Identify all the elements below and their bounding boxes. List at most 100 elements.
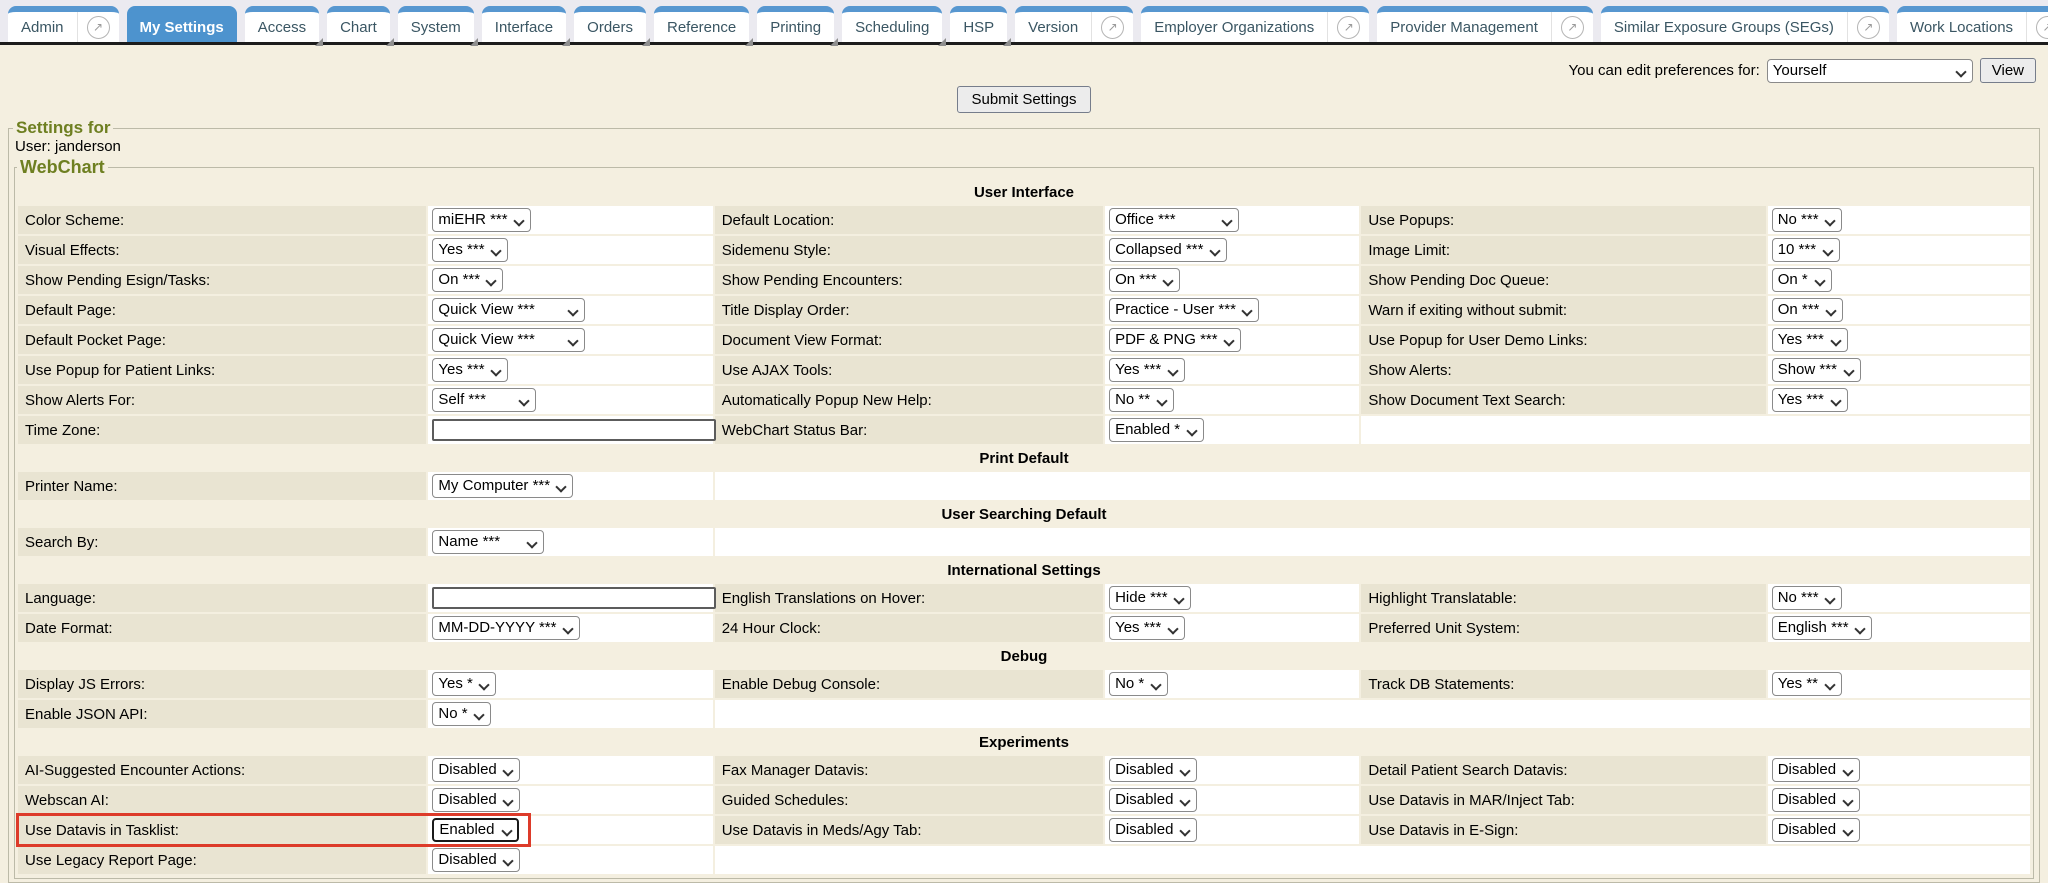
tab-dropdown-caret-icon[interactable] <box>315 38 323 46</box>
tab-printing[interactable]: Printing <box>757 6 834 42</box>
submit-settings-button[interactable]: Submit Settings <box>957 86 1090 113</box>
setting-select-show-pending-esign-tasks[interactable]: On *** <box>432 268 503 292</box>
setting-input-time-zone[interactable] <box>432 419 716 441</box>
section-header-print-default: Print Default <box>18 446 2030 470</box>
setting-select-display-js-errors[interactable]: Yes * <box>432 672 496 696</box>
setting-select-default-page[interactable]: Quick View *** <box>432 298 585 322</box>
tab-chart[interactable]: Chart <box>327 6 390 42</box>
view-button[interactable]: View <box>1980 58 2036 83</box>
tab-version[interactable]: Version↗ <box>1015 6 1133 42</box>
setting-select-highlight-translatable[interactable]: No *** <box>1772 586 1842 610</box>
setting-label-use-datavis-in-meds-agy-tab: Use Datavis in Meds/Agy Tab: <box>715 816 1103 844</box>
setting-select-enable-debug-console[interactable]: No * <box>1109 672 1168 696</box>
setting-select-ai-suggested-encounter-actions[interactable]: Disabled <box>432 758 520 782</box>
tab-dropdown-caret-icon[interactable] <box>938 38 946 46</box>
setting-select-enable-json-api[interactable]: No * <box>432 702 491 726</box>
setting-select-visual-effects[interactable]: Yes *** <box>432 238 508 262</box>
setting-select-use-datavis-in-tasklist[interactable]: Enabled <box>432 818 519 842</box>
tab-my-settings[interactable]: My Settings <box>127 6 237 42</box>
setting-select-document-view-format[interactable]: PDF & PNG *** <box>1109 328 1241 352</box>
select-wrap: 10 *** <box>1772 238 1840 262</box>
setting-select-guided-schedules[interactable]: Disabled <box>1109 788 1197 812</box>
setting-select-use-datavis-in-e-sign[interactable]: Disabled <box>1772 818 1860 842</box>
select-wrap: Self *** <box>432 388 536 412</box>
setting-control-cell: Hide *** <box>1105 584 1359 612</box>
tab-dropdown-caret-icon[interactable] <box>1003 38 1011 46</box>
setting-select-show-alerts[interactable]: Show *** <box>1772 358 1861 382</box>
setting-select-use-legacy-report-page[interactable]: Disabled <box>432 848 520 872</box>
tab-dropdown-caret-icon[interactable] <box>642 38 650 46</box>
setting-select-use-ajax-tools[interactable]: Yes *** <box>1109 358 1185 382</box>
setting-select-use-popup-for-patient-links[interactable]: Yes *** <box>432 358 508 382</box>
select-wrap: Disabled <box>1772 788 1860 812</box>
setting-select-show-alerts-for[interactable]: Self *** <box>432 388 536 412</box>
setting-select-preferred-unit-system[interactable]: English *** <box>1772 616 1872 640</box>
tab-icon-segment[interactable]: ↗ <box>1091 12 1133 42</box>
tab-hsp[interactable]: HSP <box>950 6 1007 42</box>
tab-provider-management[interactable]: Provider Management↗ <box>1377 6 1593 42</box>
setting-label-show-alerts: Show Alerts: <box>1361 356 1765 384</box>
setting-select-show-document-text-search[interactable]: Yes *** <box>1772 388 1848 412</box>
setting-control-cell: My Computer *** <box>428 472 712 500</box>
setting-select-english-translations-on-hover[interactable]: Hide *** <box>1109 586 1191 610</box>
tab-dropdown-caret-icon[interactable] <box>386 38 394 46</box>
setting-select-webscan-ai[interactable]: Disabled <box>432 788 520 812</box>
edit-preferences-select-wrap: Yourself <box>1767 59 1973 83</box>
setting-select-use-popups[interactable]: No *** <box>1772 208 1842 232</box>
setting-select-warn-if-exiting-without-submit[interactable]: On *** <box>1772 298 1843 322</box>
tab-similar-exposure-groups-segs[interactable]: Similar Exposure Groups (SEGs)↗ <box>1601 6 1889 42</box>
setting-select-detail-patient-search-datavis[interactable]: Disabled <box>1772 758 1860 782</box>
tab-employer-organizations[interactable]: Employer Organizations↗ <box>1141 6 1369 42</box>
select-wrap: Yes * <box>432 672 496 696</box>
setting-select-fax-manager-datavis[interactable]: Disabled <box>1109 758 1197 782</box>
tab-icon-segment[interactable]: ↗ <box>1327 12 1369 42</box>
setting-select-printer-name[interactable]: My Computer *** <box>432 474 573 498</box>
setting-select-title-display-order[interactable]: Practice - User *** <box>1109 298 1259 322</box>
tab-interface[interactable]: Interface <box>482 6 566 42</box>
setting-select-track-db-statements[interactable]: Yes ** <box>1772 672 1842 696</box>
empty-cell <box>715 846 2030 874</box>
tab-dropdown-caret-icon[interactable] <box>470 38 478 46</box>
setting-label-color-scheme: Color Scheme: <box>18 206 426 234</box>
tab-work-locations[interactable]: Work Locations↗ <box>1897 6 2048 42</box>
tab-dropdown-caret-icon[interactable] <box>562 38 570 46</box>
setting-select-24-hour-clock[interactable]: Yes *** <box>1109 616 1185 640</box>
setting-select-search-by[interactable]: Name *** <box>432 530 544 554</box>
select-wrap: Yes *** <box>432 358 508 382</box>
edit-preferences-select[interactable]: Yourself <box>1767 59 1973 83</box>
tab-icon-segment[interactable]: ↗ <box>1551 12 1593 42</box>
settings-for-legend: Settings for <box>13 118 113 138</box>
tab-icon-segment[interactable]: ↗ <box>2026 12 2048 42</box>
setting-select-date-format[interactable]: MM-DD-YYYY *** <box>432 616 580 640</box>
tab-icon-segment[interactable]: ↗ <box>77 12 119 42</box>
setting-label-display-js-errors: Display JS Errors: <box>18 670 426 698</box>
tab-reference[interactable]: Reference <box>654 6 749 42</box>
setting-select-show-pending-doc-queue[interactable]: On * <box>1772 268 1832 292</box>
tab-scheduling[interactable]: Scheduling <box>842 6 942 42</box>
tab-label: Provider Management <box>1377 12 1551 42</box>
tab-access[interactable]: Access <box>245 6 319 42</box>
tab-label: Interface <box>482 12 566 42</box>
setting-select-image-limit[interactable]: 10 *** <box>1772 238 1840 262</box>
setting-select-show-pending-encounters[interactable]: On *** <box>1109 268 1180 292</box>
setting-select-color-scheme[interactable]: miEHR *** <box>432 208 531 232</box>
setting-select-use-datavis-in-mar-inject-tab[interactable]: Disabled <box>1772 788 1860 812</box>
setting-input-language[interactable] <box>432 587 716 609</box>
setting-select-sidemenu-style[interactable]: Collapsed *** <box>1109 238 1227 262</box>
setting-select-default-pocket-page[interactable]: Quick View *** <box>432 328 585 352</box>
setting-select-automatically-popup-new-help[interactable]: No ** <box>1109 388 1174 412</box>
setting-select-default-location[interactable]: Office *** <box>1109 208 1239 232</box>
setting-select-use-popup-for-user-demo-links[interactable]: Yes *** <box>1772 328 1848 352</box>
setting-label-use-ajax-tools: Use AJAX Tools: <box>715 356 1103 384</box>
tab-orders[interactable]: Orders <box>574 6 646 42</box>
tab-admin[interactable]: Admin↗ <box>8 6 119 42</box>
tab-dropdown-caret-icon[interactable] <box>745 38 753 46</box>
tab-system[interactable]: System <box>398 6 474 42</box>
tab-dropdown-caret-icon[interactable] <box>830 38 838 46</box>
setting-select-use-datavis-in-meds-agy-tab[interactable]: Disabled <box>1109 818 1197 842</box>
section-header-user-searching-default: User Searching Default <box>18 502 2030 526</box>
setting-select-webchart-status-bar[interactable]: Enabled * <box>1109 418 1204 442</box>
tab-icon-segment[interactable]: ↗ <box>1847 12 1889 42</box>
setting-label-default-pocket-page: Default Pocket Page: <box>18 326 426 354</box>
setting-label-track-db-statements: Track DB Statements: <box>1361 670 1765 698</box>
